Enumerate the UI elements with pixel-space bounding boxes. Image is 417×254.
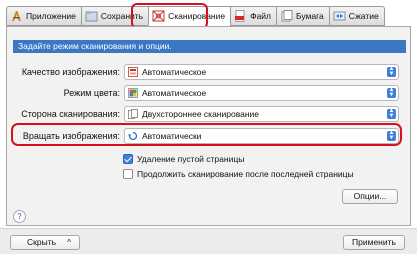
rotate-icon [128, 131, 138, 141]
color-mode-value: Автоматическое [142, 88, 207, 98]
continue-scanning-checkbox[interactable]: Продолжить сканирование после последней … [123, 168, 354, 180]
scan-side-value: Двухстороннее сканирование [142, 109, 260, 119]
chevron-up-icon: ^ [67, 238, 71, 247]
image-quality-row: Качество изображения: Автоматическое ▲ ▼ [7, 64, 412, 80]
hide-button-label: Скрыть [27, 237, 57, 247]
tab-compression[interactable]: Сжатие [328, 6, 385, 26]
help-button[interactable]: ? [13, 210, 26, 223]
tab-label: Приложение [26, 11, 76, 21]
scansnap-settings-window: Приложение Сохранить Сканирование Файл Б… [0, 0, 417, 254]
checkbox-unchecked-icon [123, 169, 133, 179]
select-arrows-icon: ▲ ▼ [387, 130, 396, 141]
rotate-images-row: Вращать изображения: Автоматически ▲ ▼ [7, 128, 412, 144]
options-button[interactable]: Опции... [342, 189, 398, 204]
hide-button[interactable]: Скрыть ^ [10, 235, 80, 250]
color-mode-label: Режим цвета: [63, 88, 120, 98]
pdf-file-icon [234, 10, 247, 22]
tab-save[interactable]: Сохранить [80, 6, 149, 26]
image-quality-icon [128, 67, 138, 77]
tab-label: Файл [250, 11, 272, 21]
blank-page-removal-checkbox[interactable]: Удаление пустой страницы [123, 153, 244, 165]
scan-side-label: Сторона сканирования: [21, 109, 120, 119]
select-arrows-icon: ▲ ▼ [387, 108, 396, 119]
tab-paper[interactable]: Бумага [276, 6, 329, 26]
image-quality-select[interactable]: Автоматическое ▲ ▼ [124, 64, 399, 80]
tab-scan[interactable]: Сканирование [148, 6, 231, 26]
apply-button[interactable]: Применить [343, 235, 405, 250]
image-quality-value: Автоматическое [142, 67, 207, 77]
image-quality-label: Качество изображения: [21, 67, 120, 77]
scan-side-select[interactable]: Двухстороннее сканирование ▲ ▼ [124, 106, 399, 122]
tab-label: Сжатие [348, 11, 379, 21]
select-arrows-icon: ▲ ▼ [387, 66, 396, 77]
rotate-images-label: Вращать изображения: [22, 131, 120, 141]
tab-bar: Приложение Сохранить Сканирование Файл Б… [6, 6, 385, 26]
color-mode-select[interactable]: Автоматическое ▲ ▼ [124, 85, 399, 101]
scan-side-row: Сторона сканирования: Двухстороннее скан… [7, 106, 412, 122]
continue-scanning-label: Продолжить сканирование после последней … [137, 169, 354, 179]
select-arrows-icon: ▲ ▼ [387, 87, 396, 98]
tab-label: Бумага [296, 11, 324, 21]
panel-title: Задайте режим сканирования и опции. [13, 40, 406, 53]
duplex-icon [128, 109, 138, 119]
paper-icon [280, 10, 293, 22]
tab-file[interactable]: Файл [230, 6, 277, 26]
blank-page-removal-label: Удаление пустой страницы [137, 154, 245, 164]
scan-settings-panel: Задайте режим сканирования и опции. Каче… [6, 26, 411, 226]
compression-icon [333, 10, 346, 22]
tab-label: Сохранить [100, 11, 144, 21]
color-mode-row: Режим цвета: Автоматическое ▲ ▼ [7, 85, 412, 101]
application-icon [10, 10, 23, 22]
tab-label: Сканирование [168, 11, 226, 21]
footer-bar: Скрыть ^ Применить [0, 228, 417, 254]
save-folder-icon [85, 10, 98, 22]
color-mode-icon [128, 88, 138, 98]
checkbox-checked-icon [123, 154, 133, 164]
rotate-images-select[interactable]: Автоматически ▲ ▼ [124, 128, 399, 144]
rotate-images-value: Автоматически [142, 131, 202, 141]
tab-application[interactable]: Приложение [6, 6, 81, 26]
scan-icon [152, 10, 165, 22]
